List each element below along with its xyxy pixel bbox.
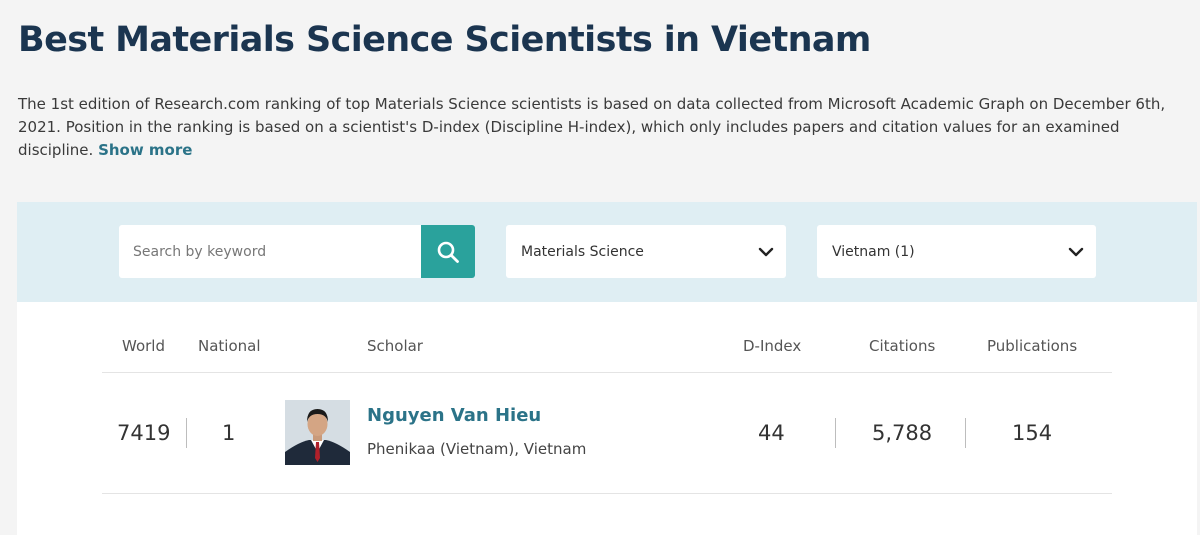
column-header-d-index: D-Index <box>743 337 802 355</box>
d-index-value: 44 <box>758 421 785 445</box>
national-rank: 1 <box>222 421 236 445</box>
show-more-link[interactable]: Show more <box>98 141 192 159</box>
scholar-photo[interactable] <box>285 400 350 465</box>
column-header-publications: Publications <box>987 337 1078 355</box>
column-header-world: World <box>122 337 165 355</box>
country-select[interactable]: Vietnam (1) <box>817 225 1096 278</box>
search-icon <box>437 241 459 263</box>
intro-text: The 1st edition of Research.com ranking … <box>18 93 1188 162</box>
world-rank: 7419 <box>117 421 171 445</box>
column-header-citations: Citations <box>869 337 936 355</box>
scholar-affiliation: Phenikaa (Vietnam), Vietnam <box>367 440 587 458</box>
search-input[interactable] <box>119 225 421 278</box>
column-divider <box>186 418 187 448</box>
scholar-name-link[interactable]: Nguyen Van Hieu <box>367 405 541 426</box>
chevron-down-icon <box>1068 247 1084 256</box>
column-header-national: National <box>198 337 261 355</box>
row-divider <box>102 493 1112 494</box>
search-button[interactable] <box>421 225 475 278</box>
column-header-scholar: Scholar <box>367 337 423 355</box>
citations-value: 5,788 <box>872 421 933 445</box>
ranking-panel: Materials Science Vietnam (1) World Nati… <box>17 202 1197 535</box>
discipline-select[interactable]: Materials Science <box>506 225 786 278</box>
page-title: Best Materials Science Scientists in Vie… <box>18 20 871 60</box>
header-divider <box>102 372 1112 373</box>
filter-bar: Materials Science Vietnam (1) <box>17 202 1197 302</box>
column-divider <box>835 418 836 448</box>
country-select-value: Vietnam (1) <box>832 243 915 260</box>
column-divider <box>965 418 966 448</box>
discipline-select-value: Materials Science <box>521 243 644 260</box>
publications-value: 154 <box>1012 421 1053 445</box>
chevron-down-icon <box>758 247 774 256</box>
